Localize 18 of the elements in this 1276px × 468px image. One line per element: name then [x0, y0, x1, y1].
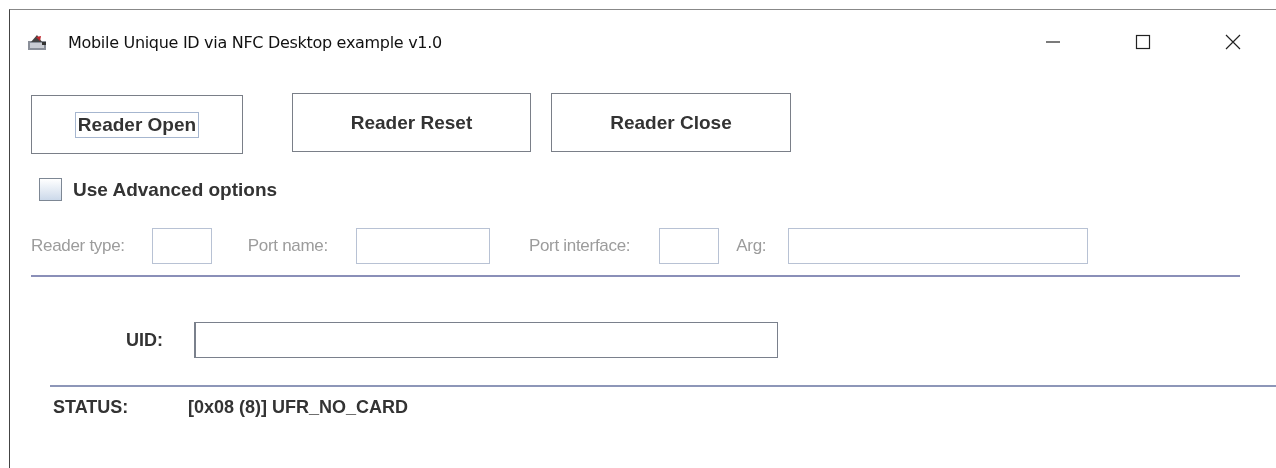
app-icon: [27, 33, 47, 51]
uid-label: UID:: [125, 329, 163, 351]
status-label: STATUS:: [53, 397, 130, 418]
uid-field[interactable]: [194, 322, 778, 358]
field-label: Port interface:: [528, 236, 631, 256]
maximize-icon: [1135, 34, 1151, 50]
field-label: Reader type:: [31, 236, 125, 256]
reader-button[interactable]: Reader Reset: [292, 93, 531, 152]
field-label: Port name:: [247, 236, 328, 256]
field-label: Arg:: [736, 236, 767, 256]
checkbox[interactable]: [39, 178, 62, 201]
reader-button[interactable]: Reader Close: [551, 93, 791, 152]
minimize-icon: [1045, 41, 1061, 43]
close-icon: [1225, 34, 1241, 50]
status-text: [0x08 (8)] UFR_NO_CARD: [188, 397, 409, 418]
window-title: Mobile Unique ID via NFC Desktop example v1.0: [68, 32, 442, 52]
reader-button[interactable]: Reader Open: [31, 95, 243, 154]
checkbox-label[interactable]: Use Advanced options: [73, 178, 278, 201]
